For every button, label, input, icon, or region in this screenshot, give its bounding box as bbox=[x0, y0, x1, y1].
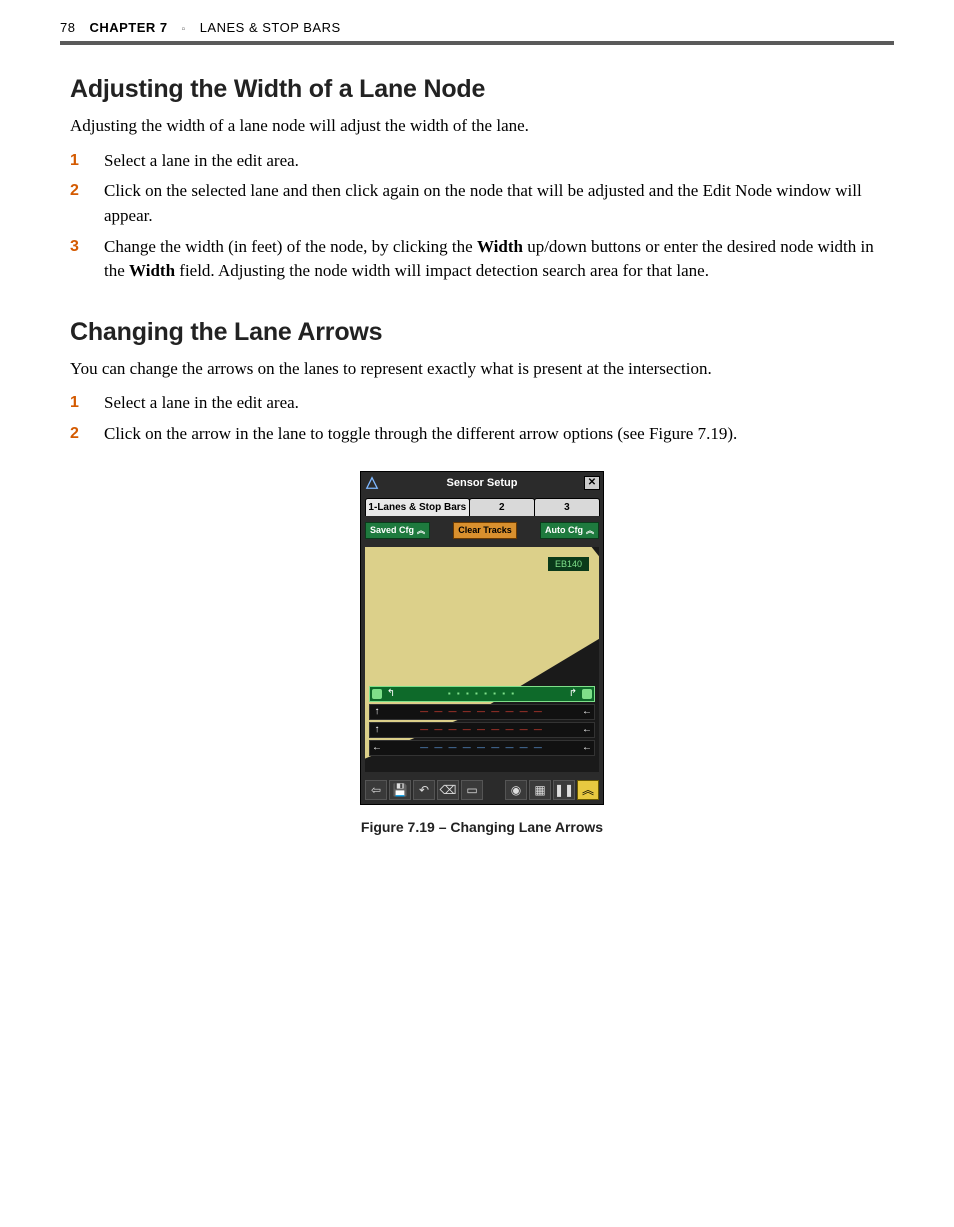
separator-icon: ▫ bbox=[182, 24, 186, 35]
tab-strip: 1-Lanes & Stop Bars 2 3 bbox=[361, 494, 603, 516]
chapter-label: CHAPTER 7 bbox=[89, 20, 167, 35]
window-title: Sensor Setup bbox=[384, 477, 580, 489]
auto-cfg-label: Auto Cfg bbox=[545, 525, 583, 535]
step-3-text-a: Change the width (in feet) of the node, … bbox=[104, 237, 477, 256]
view-button[interactable]: ◉ bbox=[505, 780, 527, 800]
undo-button[interactable]: ↶ bbox=[413, 780, 435, 800]
save-button[interactable]: 💾 bbox=[389, 780, 411, 800]
sensor-setup-window: Sensor Setup ✕ 1-Lanes & Stop Bars 2 3 S… bbox=[360, 471, 604, 805]
lane-arrow[interactable]: ↑ bbox=[370, 724, 384, 735]
grid-button[interactable]: ▦ bbox=[529, 780, 551, 800]
saved-cfg-label: Saved Cfg bbox=[370, 525, 414, 535]
step-3-bold-2: Width bbox=[129, 261, 175, 280]
step-2: Click on the selected lane and then clic… bbox=[70, 179, 894, 228]
folder-button[interactable]: ▭ bbox=[461, 780, 483, 800]
header-rule bbox=[60, 41, 894, 45]
lane-node-left[interactable] bbox=[372, 689, 382, 699]
lane-track: — — — — — — — — — bbox=[384, 707, 580, 716]
tab-2[interactable]: 2 bbox=[469, 498, 535, 516]
step-b2: Click on the arrow in the lane to toggle… bbox=[70, 422, 894, 447]
steps-change-arrows: Select a lane in the edit area. Click on… bbox=[70, 391, 894, 446]
intro-change-arrows: You can change the arrows on the lanes t… bbox=[70, 357, 894, 382]
auto-cfg-button[interactable]: Auto Cfg ︽ bbox=[540, 522, 599, 539]
intro-adjust-width: Adjusting the width of a lane node will … bbox=[70, 114, 894, 139]
lane-track: — — — — — — — — — bbox=[384, 743, 580, 752]
heading-change-arrows: Changing the Lane Arrows bbox=[70, 318, 894, 347]
lane-row-1[interactable]: ↰ ▪ ▪ ▪ ▪ ▪ ▪ ▪ ▪ ↱ bbox=[369, 686, 595, 702]
lane-arrow[interactable]: ↑ bbox=[370, 706, 384, 717]
saved-cfg-button[interactable]: Saved Cfg ︽ bbox=[365, 522, 430, 539]
sensor-badge: EB140 bbox=[548, 557, 589, 571]
lane-row-4[interactable]: ← — — — — — — — — — ← bbox=[369, 740, 595, 756]
lane-track: — — — — — — — — — bbox=[384, 725, 580, 734]
lane-arrow[interactable]: ← bbox=[370, 742, 384, 753]
lane-row-2[interactable]: ↑ — — — — — — — — — ← bbox=[369, 704, 595, 720]
lane-block: ↰ ▪ ▪ ▪ ▪ ▪ ▪ ▪ ▪ ↱ ↑ — — — — — — — — — … bbox=[369, 686, 595, 760]
collapse-button[interactable]: ︽ bbox=[577, 780, 599, 800]
chapter-title: LANES & STOP BARS bbox=[200, 20, 341, 35]
panel-body: Saved Cfg ︽ Clear Tracks Auto Cfg ︽ EB14… bbox=[361, 516, 603, 776]
erase-button[interactable]: ⌫ bbox=[437, 780, 459, 800]
lane-arrow[interactable]: ← bbox=[580, 706, 594, 717]
step-3-bold-1: Width bbox=[477, 237, 523, 256]
clear-tracks-button[interactable]: Clear Tracks bbox=[453, 522, 517, 539]
chevron-up-icon: ︽ bbox=[417, 525, 425, 536]
pause-button[interactable]: ❚❚ bbox=[553, 780, 575, 800]
chevron-up-icon: ︽ bbox=[586, 525, 594, 536]
lane-track: ▪ ▪ ▪ ▪ ▪ ▪ ▪ ▪ bbox=[398, 689, 566, 698]
lane-arrow[interactable]: ↱ bbox=[566, 688, 580, 699]
figure-7-19: Sensor Setup ✕ 1-Lanes & Stop Bars 2 3 S… bbox=[70, 471, 894, 835]
running-header: 78 CHAPTER 7 ▫ LANES & STOP BARS bbox=[60, 20, 894, 35]
lane-arrow[interactable]: ← bbox=[580, 742, 594, 753]
heading-adjust-width: Adjusting the Width of a Lane Node bbox=[70, 75, 894, 104]
step-1: Select a lane in the edit area. bbox=[70, 149, 894, 174]
bottom-toolbar: ⇦ 💾 ↶ ⌫ ▭ ◉ ▦ ❚❚ ︽ bbox=[361, 776, 603, 804]
step-3: Change the width (in feet) of the node, … bbox=[70, 235, 894, 284]
button-row: Saved Cfg ︽ Clear Tracks Auto Cfg ︽ bbox=[365, 522, 599, 539]
app-icon bbox=[364, 475, 380, 491]
steps-adjust-width: Select a lane in the edit area. Click on… bbox=[70, 149, 894, 284]
tab-lanes-stopbars[interactable]: 1-Lanes & Stop Bars bbox=[365, 498, 470, 516]
figure-caption: Figure 7.19 – Changing Lane Arrows bbox=[70, 819, 894, 835]
lane-node-right[interactable] bbox=[582, 689, 592, 699]
close-button[interactable]: ✕ bbox=[584, 476, 600, 490]
step-3-text-d: field. Adjusting the node width will imp… bbox=[175, 261, 709, 280]
lane-arrow[interactable]: ← bbox=[580, 724, 594, 735]
back-button[interactable]: ⇦ bbox=[365, 780, 387, 800]
lane-arrow[interactable]: ↰ bbox=[384, 688, 398, 699]
tab-3[interactable]: 3 bbox=[534, 498, 600, 516]
page-number: 78 bbox=[60, 20, 75, 35]
sensor-viewport[interactable]: EB140 ↰ ▪ ▪ ▪ ▪ ▪ ▪ ▪ ▪ ↱ ↑ — — — — — — … bbox=[365, 547, 599, 772]
window-titlebar: Sensor Setup ✕ bbox=[361, 472, 603, 494]
step-b1: Select a lane in the edit area. bbox=[70, 391, 894, 416]
lane-row-3[interactable]: ↑ — — — — — — — — — ← bbox=[369, 722, 595, 738]
